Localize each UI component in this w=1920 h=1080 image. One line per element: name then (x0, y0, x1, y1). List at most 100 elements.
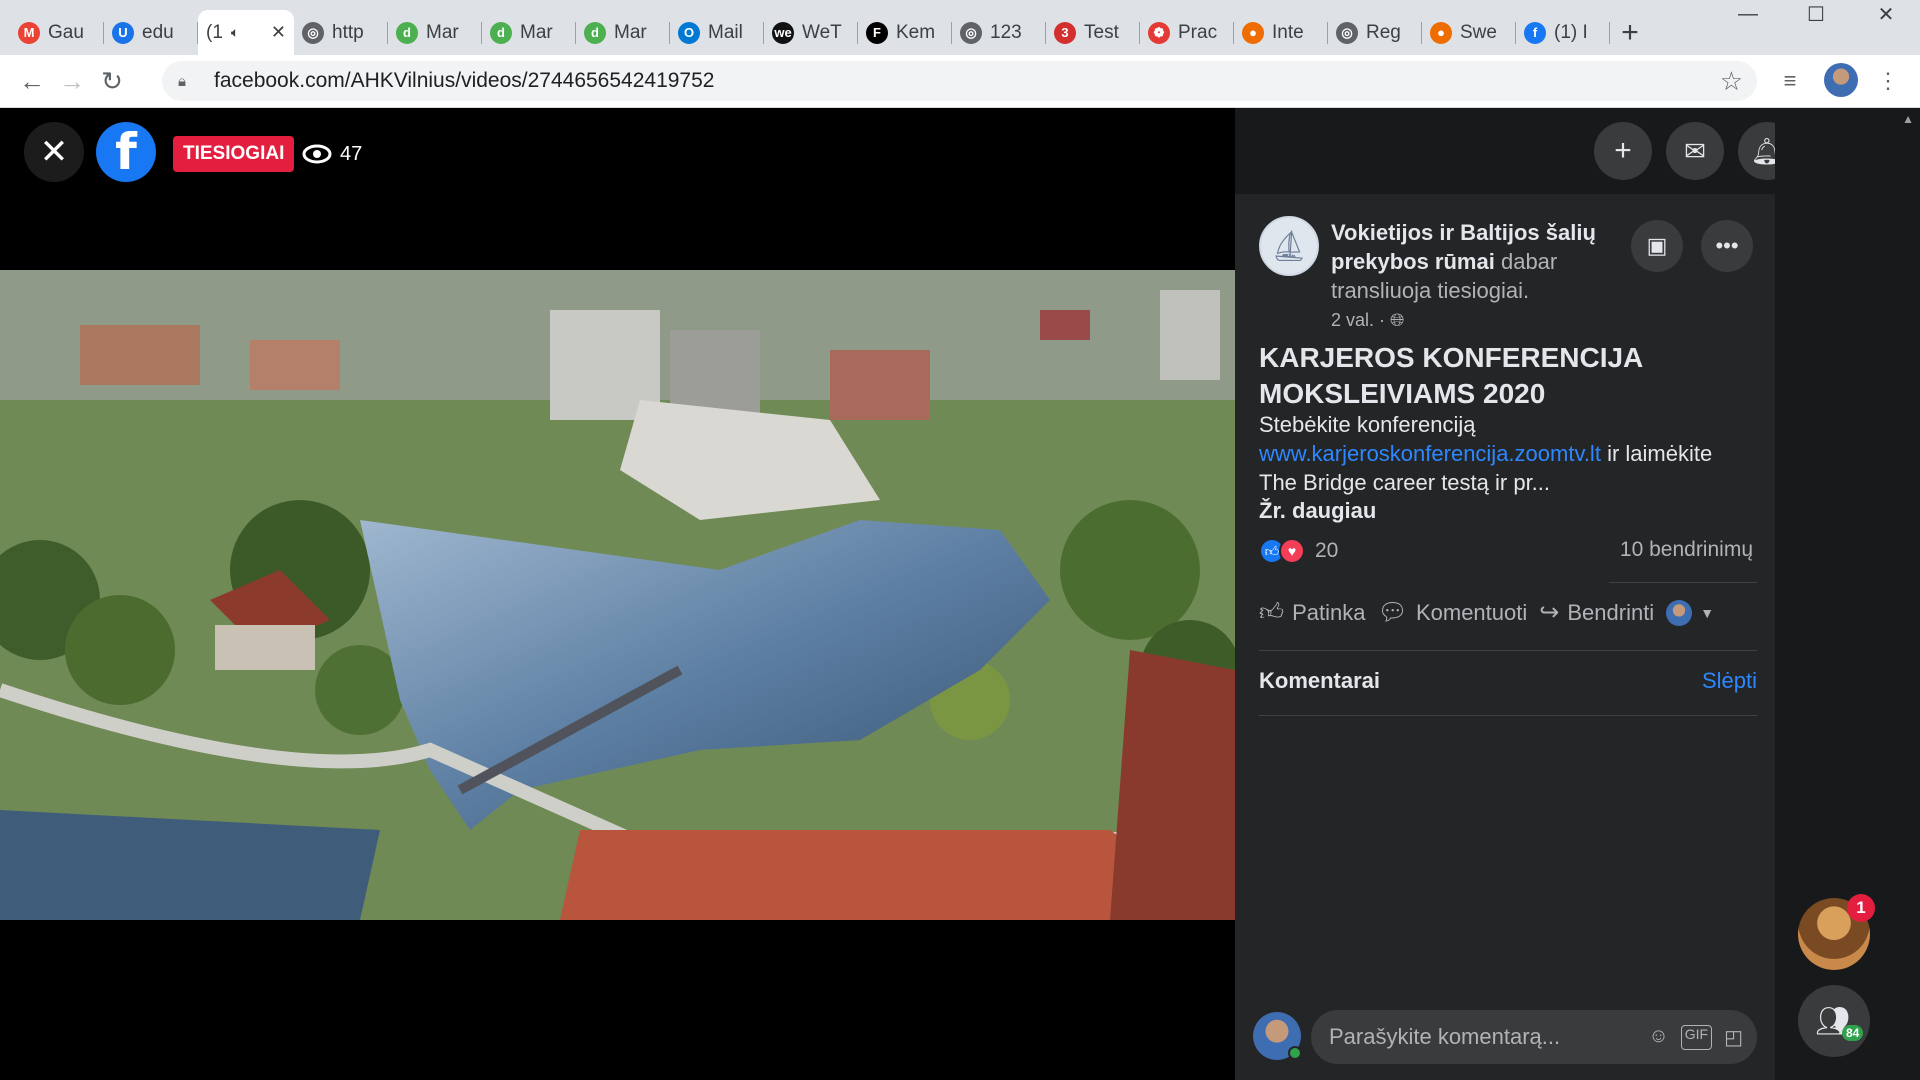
comment-button[interactable]: 💬︎ Komentuoti (1377, 598, 1527, 627)
browser-tab[interactable]: F Kem (858, 10, 952, 55)
tab-title: Reg (1366, 21, 1401, 43)
address-bar[interactable]: 🔒︎ facebook.com/AHKVilnius/videos/274465… (162, 61, 1757, 101)
shares-count[interactable]: 10 bendrinimų (1620, 538, 1753, 562)
reactions-summary[interactable]: 👍︎ ♥ 20 (1259, 538, 1338, 564)
browser-tab[interactable]: we WeT (764, 10, 858, 55)
video-pane: ✕ f TIESIOGIAI 47 (0, 108, 1235, 1080)
tab-title: (1) I (1554, 21, 1588, 43)
contacts-icon[interactable]: 👥︎ (1798, 985, 1870, 1057)
post-title: KARJEROS KONFERENCIJA MOKSLEIVIAMS 2020 (1259, 342, 1643, 409)
online-status-dot (1288, 1046, 1302, 1060)
divider (1259, 715, 1757, 716)
browser-tab[interactable]: d Mar (388, 10, 482, 55)
save-post-icon[interactable]: ▣ (1631, 220, 1683, 272)
tab-title: Test (1084, 21, 1119, 43)
bookmark-star-icon[interactable]: ☆ (1720, 66, 1743, 97)
share-as-selector[interactable]: ▼ (1666, 599, 1714, 626)
post-author-line: Vokietijos ir Baltijos šalių prekybos rū… (1331, 218, 1621, 305)
orange-icon: ● (1242, 21, 1264, 44)
love-reaction-icon: ♥ (1279, 538, 1305, 564)
tab-title: Gau (48, 21, 84, 43)
create-plus-icon[interactable]: + (1594, 122, 1652, 180)
viewer-count: 47 (302, 138, 362, 170)
like-label: Patinka (1292, 599, 1366, 625)
tab-title: 123 (990, 21, 1022, 43)
audio-playing-icon[interactable]: 🔈︎ (231, 24, 239, 41)
browser-toolbar: ← → ↻ 🔒︎ facebook.com/AHKVilnius/videos/… (0, 55, 1920, 108)
browser-tab[interactable]: Uedu (104, 10, 198, 55)
browser-tab[interactable]: d Mar (482, 10, 576, 55)
more-options-icon[interactable]: ••• (1701, 220, 1753, 272)
emoji-icon[interactable]: ☺ (1648, 1025, 1668, 1050)
like-button[interactable]: 👍︎ Patinka (1259, 599, 1365, 627)
close-window-button[interactable]: ✕ (1852, 0, 1920, 28)
browser-tab[interactable]: 3 Test (1046, 10, 1140, 55)
close-video-icon[interactable]: ✕ (24, 122, 84, 182)
reactions-count: 20 (1315, 539, 1339, 562)
tab-title: Prac (1178, 21, 1218, 43)
browser-tab[interactable]: (1 🔈︎ ✕ (198, 10, 294, 55)
hide-comments-link[interactable]: Slėpti (1702, 668, 1757, 694)
minimize-button[interactable]: — (1714, 0, 1782, 28)
comments-title: Komentarai (1259, 668, 1381, 693)
browser-tab[interactable]: d Mar (576, 10, 670, 55)
gmail-icon: M (18, 21, 40, 44)
share-button[interactable]: ↪ Bendrinti (1539, 598, 1654, 627)
eye-icon (302, 144, 332, 164)
tab-strip: M Gau Uedu (1 🔈︎ ✕ ◎ http d Mar d Mar d Mar O Mail we WeT… (0, 0, 1920, 55)
forward-icon[interactable]: → (52, 61, 92, 101)
divider (1609, 582, 1757, 583)
facebook-logo-icon[interactable]: f (96, 122, 156, 182)
browser-tab[interactable]: ◎ 123 (952, 10, 1046, 55)
browser-tab[interactable]: ◎ Reg (1328, 10, 1422, 55)
profile-avatar[interactable] (1824, 63, 1858, 97)
browser-tab[interactable]: O Mail (670, 10, 764, 55)
messenger-icon[interactable]: ✉ (1666, 122, 1724, 180)
page-avatar[interactable]: ⛵︎ (1259, 216, 1319, 276)
chat-unread-badge: 1 (1847, 894, 1875, 922)
comment-placeholder: Parašykite komentarą... (1329, 1024, 1561, 1049)
share-as-avatar (1666, 599, 1693, 626)
browser-tab[interactable]: f (1) I (1516, 10, 1610, 55)
facebook-top-actions: + ✉ 🔔︎ 1 (1235, 108, 1806, 194)
media-controls-icon[interactable]: ≡ (1770, 61, 1810, 101)
scroll-up-arrow-icon[interactable]: ▲ (1902, 112, 1914, 126)
comment-input[interactable]: Parašykite komentarą... ☺ GIF ◰ (1311, 1010, 1757, 1064)
conference-link[interactable]: www.karjeroskonferencija.zoomtv.lt (1259, 441, 1601, 466)
browser-tab[interactable]: ● Swe (1422, 10, 1516, 55)
tab-title: http (332, 21, 364, 43)
outlook-icon: O (678, 21, 700, 44)
viewer-count-value: 47 (340, 142, 363, 165)
video-player[interactable] (0, 270, 1235, 920)
badge-icon: ❁ (1148, 21, 1170, 44)
see-more-link[interactable]: Žr. daugiau (1259, 498, 1376, 524)
back-icon[interactable]: ← (12, 61, 52, 101)
chrome-menu-icon[interactable]: ⋮ (1868, 61, 1908, 101)
browser-tab[interactable]: ● Inte (1234, 10, 1328, 55)
sticker-icon[interactable]: ◰ (1724, 1025, 1743, 1050)
comment-label: Komentuoti (1415, 599, 1528, 625)
orange-icon: ● (1430, 21, 1452, 44)
reload-icon[interactable]: ↻ (92, 61, 132, 101)
gif-icon[interactable]: GIF (1680, 1024, 1713, 1050)
browser-tab[interactable]: ❁ Prac (1140, 10, 1234, 55)
aerial-city-video-frame (0, 270, 1235, 920)
maximize-button[interactable]: ☐ (1782, 0, 1850, 28)
post-body: Stebėkite konferenciją www.karjeroskonfe… (1259, 410, 1749, 497)
browser-tab[interactable]: M Gau (10, 10, 104, 55)
post-timestamp[interactable]: 2 val. · 🌐︎ (1331, 310, 1404, 331)
globe-icon: ◎ (1336, 21, 1358, 44)
tab-title: (1 (206, 21, 223, 43)
url-text[interactable]: facebook.com/AHKVilnius/videos/274465654… (214, 69, 714, 93)
comments-header: Komentarai Slėpti (1259, 668, 1757, 694)
share-label: Bendrinti (1567, 599, 1655, 625)
d-icon: d (584, 21, 606, 44)
post-body-prefix: Stebėkite konferenciją (1259, 412, 1476, 437)
public-globe-icon: 🌐︎ (1390, 310, 1405, 330)
tab-title: edu (142, 21, 174, 43)
close-tab-icon[interactable]: ✕ (271, 22, 286, 43)
post-time-text: 2 val. · (1331, 310, 1386, 330)
new-tab-icon[interactable]: + (1610, 10, 1650, 55)
browser-tab[interactable]: ◎ http (294, 10, 388, 55)
tab-title: WeT (802, 21, 842, 43)
